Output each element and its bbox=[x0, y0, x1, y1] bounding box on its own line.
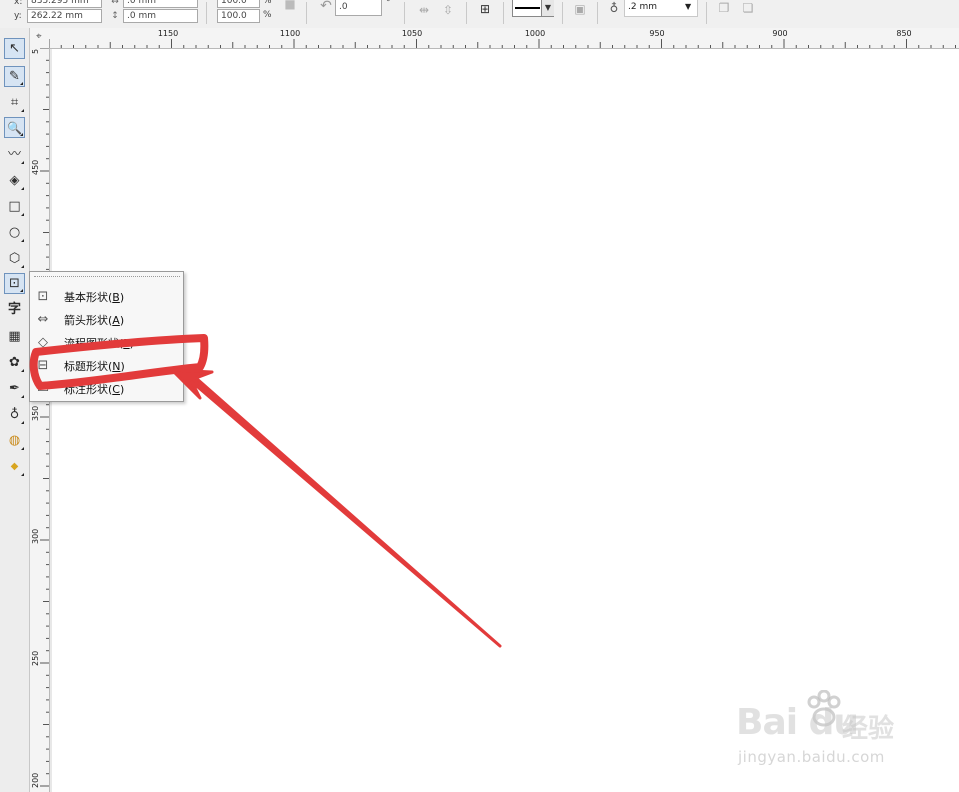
baidu-jingyan-watermark: Bai du 经验 jingyan.baidu.com bbox=[730, 690, 920, 780]
watermark-url: jingyan.baidu.com bbox=[738, 748, 885, 766]
watermark-brand: Bai du bbox=[736, 702, 859, 743]
red-annotation-overlay bbox=[29, 334, 502, 648]
pointer-arrow bbox=[170, 368, 502, 648]
watermark-title: 经验 bbox=[842, 714, 895, 744]
